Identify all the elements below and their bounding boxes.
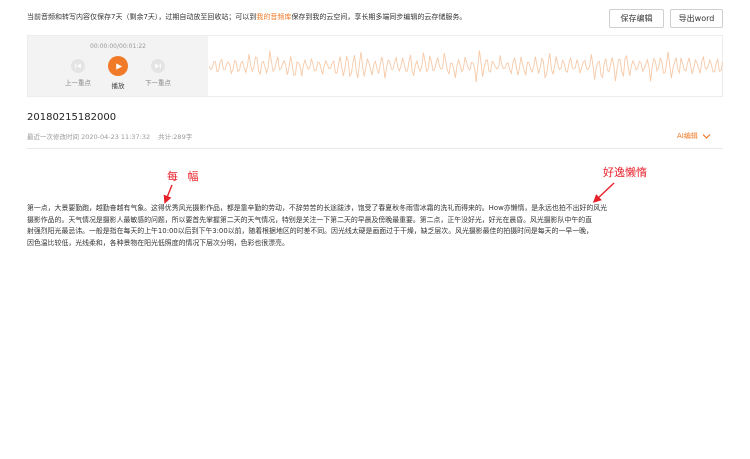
- prev-key-point-label: 上一重点: [65, 79, 91, 87]
- ai-edit-button[interactable]: AI编辑: [677, 131, 711, 141]
- skip-prev-icon[interactable]: [71, 59, 85, 73]
- notice-text-before: 当前音频和转写内容仅保存7天（剩余7天），过期自动放至回收站；可以到: [27, 13, 257, 21]
- transcript-line: 射强烈阳光最忌讳。一般是指在每天的上午10:00以后到下午3:00以前，随着根据…: [27, 227, 593, 236]
- audio-player: 00:00:00/00:01:22 上一重点 播放 下一重点: [27, 35, 723, 97]
- player-controls: 00:00:00/00:01:22 上一重点 播放 下一重点: [28, 36, 208, 96]
- play-control[interactable]: 播放: [98, 55, 138, 90]
- next-key-point-control[interactable]: 下一重点: [138, 55, 178, 87]
- last-modified-text: 最近一次修改时间 2020-04-23 11:37:32: [27, 133, 151, 141]
- skip-next-icon[interactable]: [151, 59, 165, 73]
- save-edit-button[interactable]: 保存编辑: [609, 9, 664, 28]
- prev-key-point-control[interactable]: 上一重点: [58, 55, 98, 87]
- audio-waveform[interactable]: [209, 36, 723, 96]
- word-count: 共计:289字: [158, 133, 193, 141]
- notice-text-after: 保存到我的云空间，享长期多端同步编辑的云存储服务。: [291, 13, 467, 21]
- transcript-line: 因色温比较低，光线柔和，各种景物在阳光低照度的情况下层次分明，色彩也很漂亮。: [27, 239, 289, 248]
- header-divider: [27, 148, 723, 149]
- play-icon[interactable]: [108, 56, 128, 76]
- audio-library-link[interactable]: 我的音频库: [256, 13, 291, 21]
- document-title: 20180215182000: [27, 112, 117, 123]
- waveform-trace: [209, 50, 723, 83]
- annotation-arrow-left: [163, 184, 173, 204]
- chevron-down-icon: [702, 133, 711, 139]
- storage-notice: 当前音频和转写内容仅保存7天（剩余7天），过期自动放至回收站；可以到我的音频库保…: [27, 12, 466, 22]
- ai-edit-label: AI编辑: [677, 132, 698, 140]
- annotation-left: 每 幅: [167, 170, 202, 183]
- next-key-point-label: 下一重点: [145, 79, 171, 87]
- playback-time: 00:00:00/00:01:22: [90, 43, 146, 50]
- transcript-body[interactable]: 第一点，大景要勤跑，越勤奋越有气象。这得优秀风光摄影作品，都是靠辛勤的劳动，不辞…: [27, 203, 723, 250]
- annotation-arrow-right: [592, 182, 615, 203]
- export-word-button[interactable]: 导出word: [670, 9, 723, 28]
- transcript-line: 摄影作品的。天气情况是摄影人最敏感的问题，所以要首先掌握第二天的天气情况，特别是…: [27, 215, 593, 224]
- annotation-right: 好逸懒惰: [603, 166, 647, 179]
- play-label: 播放: [111, 82, 125, 90]
- document-meta: 最近一次修改时间 2020-04-23 11:37:32 共计:289字: [27, 131, 192, 141]
- transcript-line: 第一点，大景要勤跑，越勤奋越有气象。这得优秀风光摄影作品，都是靠辛勤的劳动，不辞…: [27, 204, 608, 212]
